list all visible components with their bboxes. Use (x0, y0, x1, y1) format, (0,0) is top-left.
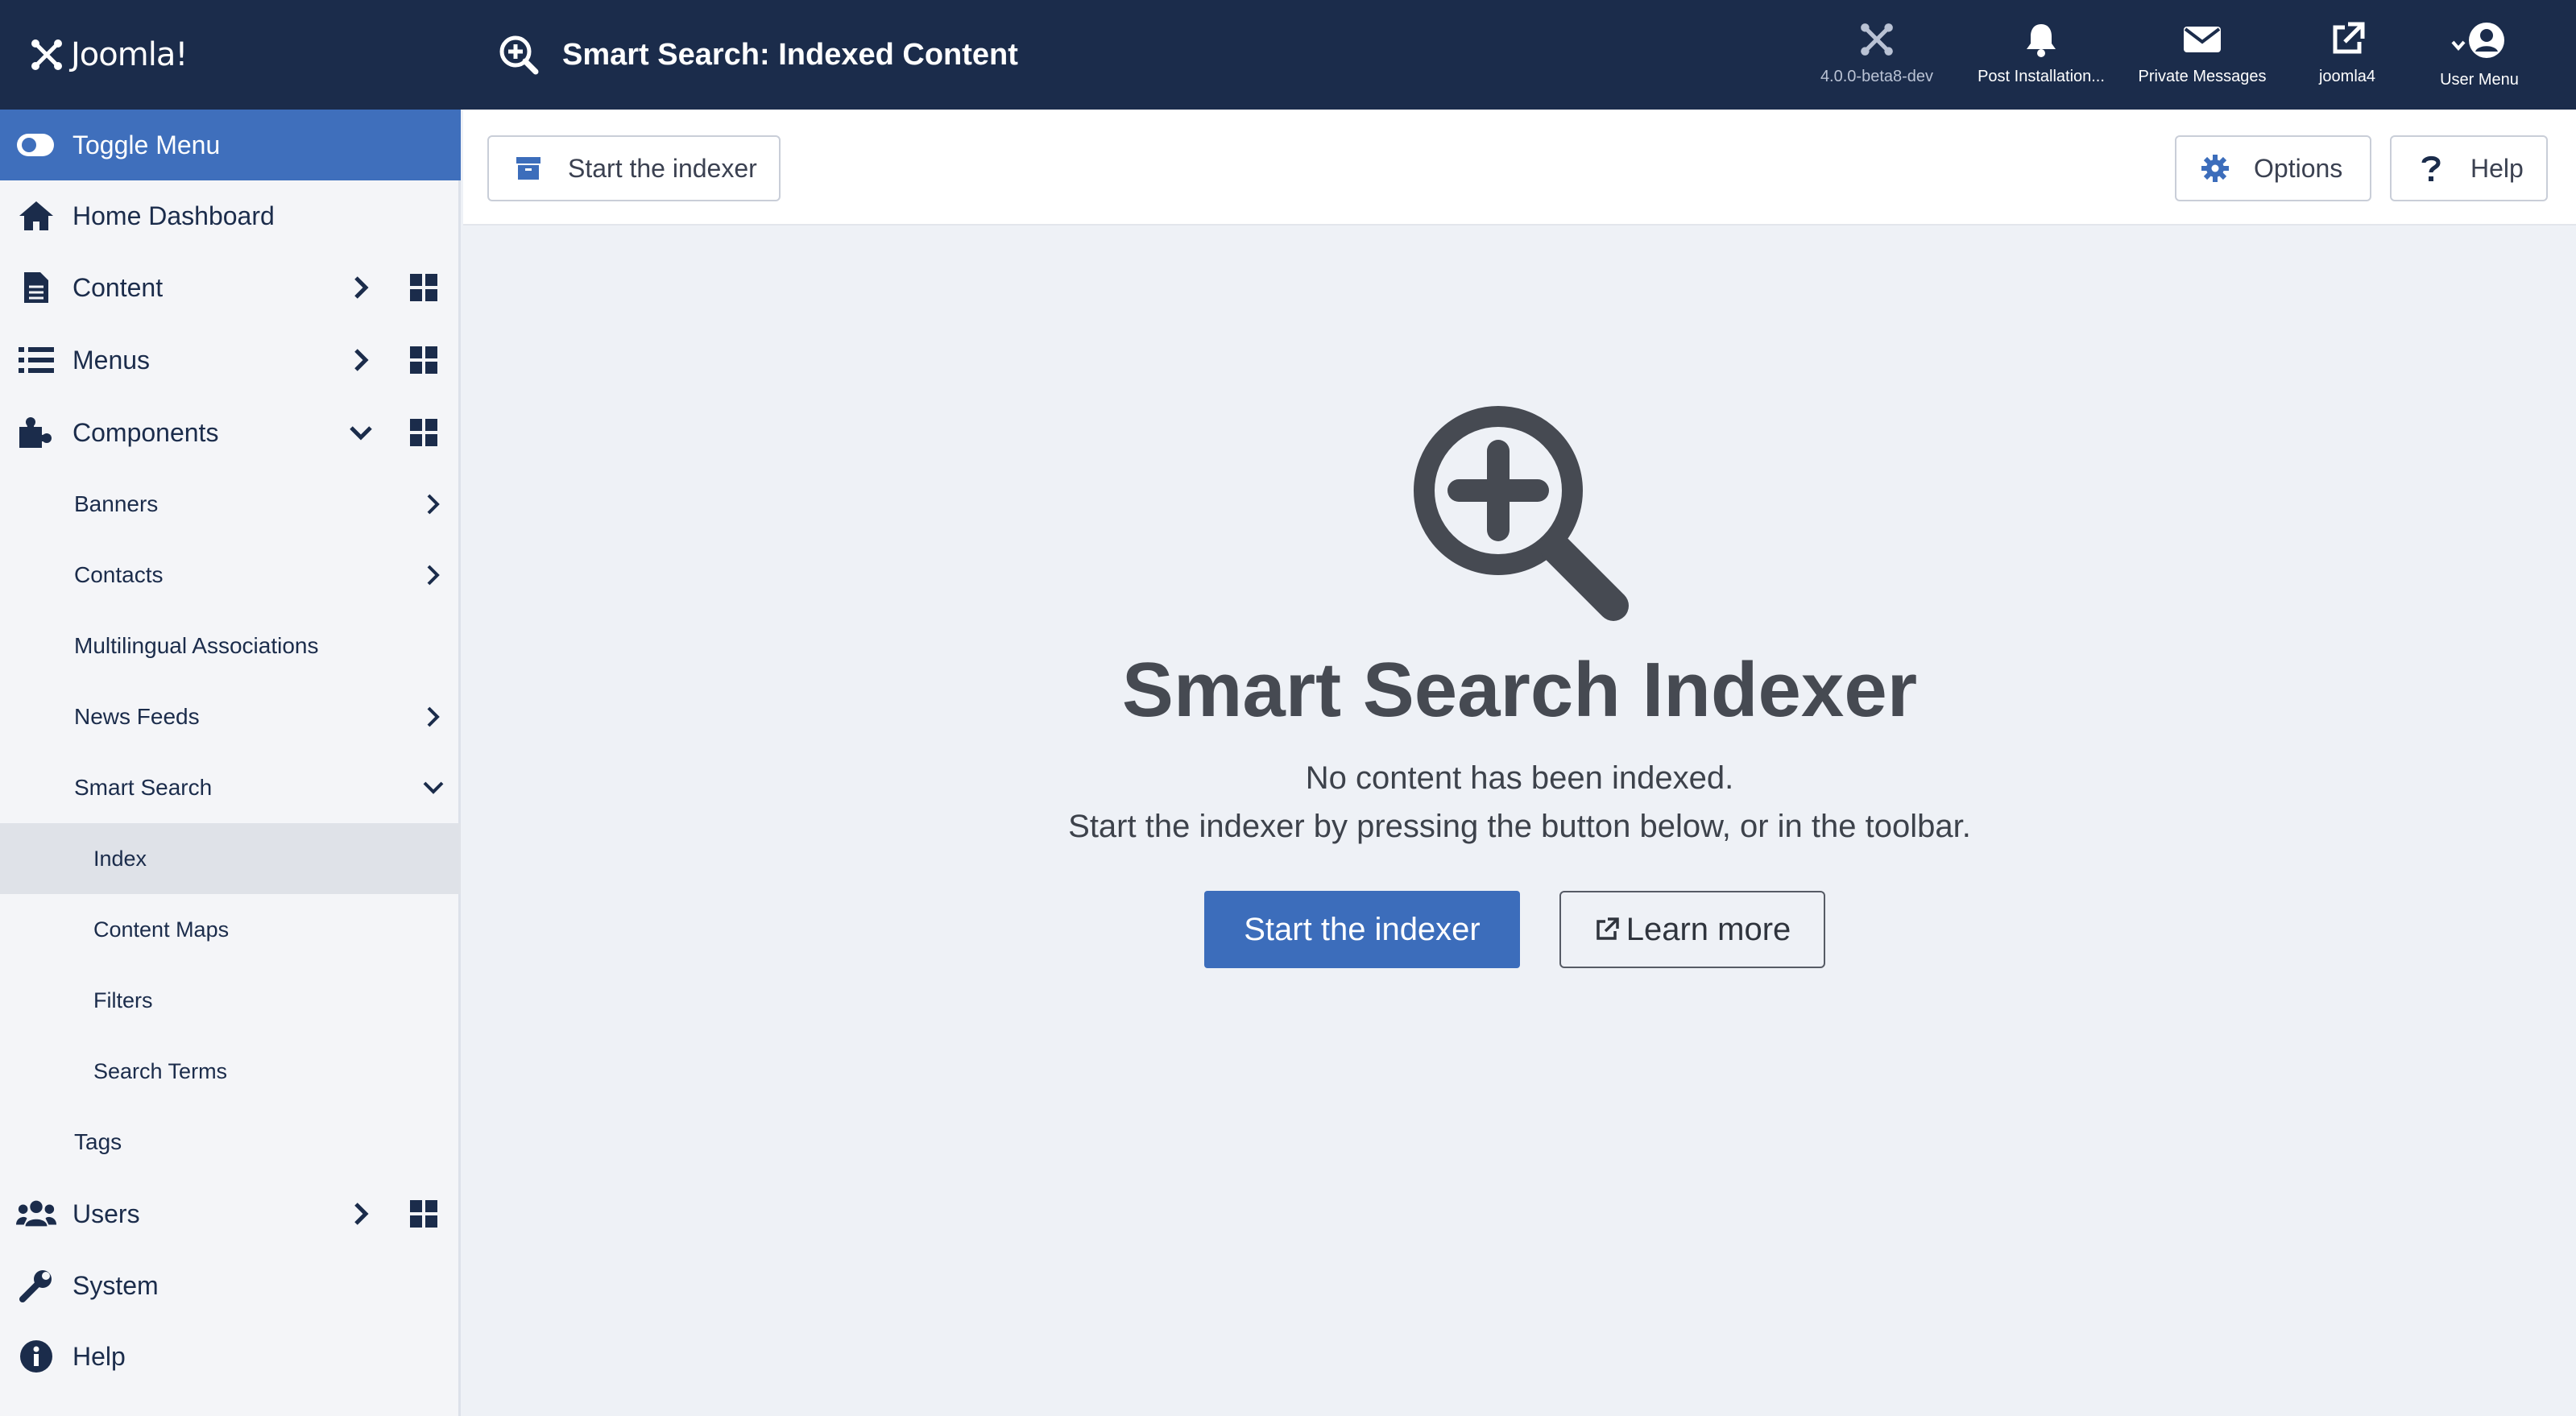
page-title: Smart Search: Indexed Content (562, 37, 1018, 72)
joomla-icon (1861, 23, 1893, 56)
puzzle-icon (16, 412, 56, 453)
post-installation-label: Post Installation... (1978, 68, 2105, 85)
sidebar-item-menus[interactable]: Menus (0, 324, 461, 396)
file-icon (16, 267, 56, 308)
sidebar-item-system[interactable]: System (0, 1250, 461, 1321)
question-icon (2392, 155, 2470, 182)
sidebar-item-label: Help (72, 1341, 126, 1371)
private-messages-label: Private Messages (2138, 68, 2267, 85)
external-link-icon (2333, 22, 2365, 54)
users-icon (16, 1194, 56, 1234)
main-content: Smart Search Indexer No content has been… (463, 227, 2576, 1416)
sidebar-item-contacts[interactable]: Contacts (0, 540, 461, 611)
chevron-right-icon[interactable] (346, 346, 375, 375)
sidebar-item-label: Filters (93, 987, 153, 1012)
dashboard-grid-icon[interactable] (408, 1198, 440, 1230)
toolbar-options-button[interactable]: Options (2175, 135, 2371, 201)
sidebar-item-content[interactable]: Content (0, 251, 461, 324)
gear-icon (2176, 155, 2254, 182)
toggle-switch-icon (17, 134, 54, 156)
search-plus-icon (1414, 406, 1629, 621)
toolbar: Start the indexer Options Help (463, 110, 2576, 226)
page-title-group: Smart Search: Indexed Content (498, 29, 1018, 81)
wrench-icon (16, 1265, 56, 1306)
empty-state-message: No content has been indexed. (1305, 760, 1734, 796)
sidebar-item-index[interactable]: Index (0, 823, 461, 894)
sidebar-item-label: News Feeds (74, 704, 200, 729)
toolbar-start-indexer-label: Start the indexer (568, 153, 757, 183)
archive-icon (489, 156, 568, 180)
sidebar-item-search-terms[interactable]: Search Terms (0, 1036, 461, 1107)
sidebar-item-label: Home Dashboard (72, 201, 275, 230)
toggle-menu-button[interactable]: Toggle Menu (0, 110, 461, 180)
sidebar-item-filters[interactable]: Filters (0, 965, 461, 1036)
learn-more-label: Learn more (1626, 911, 1791, 947)
envelope-icon (2184, 27, 2221, 52)
dashboard-grid-icon[interactable] (408, 344, 440, 376)
dashboard-grid-icon[interactable] (408, 271, 440, 304)
chevron-down-icon[interactable] (346, 418, 375, 447)
sidebar-item-label: Content (72, 272, 164, 302)
sidebar-item-label: Content Maps (93, 917, 230, 942)
sidebar-item-content-maps[interactable]: Content Maps (0, 894, 461, 965)
chevron-down-icon[interactable] (419, 773, 448, 802)
empty-state-title: Smart Search Indexer (1121, 647, 1918, 733)
start-indexer-button[interactable]: Start the indexer (1204, 891, 1520, 968)
sidebar-item-label: Components (72, 417, 219, 447)
chevron-right-icon[interactable] (419, 561, 448, 590)
sidebar-item-help[interactable]: Help (0, 1321, 461, 1392)
empty-state-instruction: Start the indexer by pressing the button… (1068, 809, 1971, 844)
sidebar-item-label: Index (93, 846, 147, 871)
external-link-icon (1596, 917, 1619, 940)
sidebar-item-banners[interactable]: Banners (0, 469, 461, 540)
sidebar-item-users[interactable]: Users (0, 1178, 461, 1250)
sidebar-item-tags[interactable]: Tags (0, 1107, 461, 1178)
home-icon (16, 196, 56, 236)
site-name-label: joomla4 (2318, 68, 2376, 85)
sidebar-item-components[interactable]: Components (0, 396, 461, 469)
toolbar-help-button[interactable]: Help (2390, 135, 2548, 201)
brand-name: Joomla! (71, 36, 188, 73)
sidebar-item-multilingual-associations[interactable]: Multilingual Associations (0, 611, 461, 681)
top-header: Joomla! Smart Search: Indexed Content 4.… (0, 0, 2576, 110)
header-item-version[interactable]: 4.0.0-beta8-dev (1795, 21, 1959, 98)
sidebar-item-label: System (72, 1270, 159, 1300)
header-menu: 4.0.0-beta8-dev Post Installation... Pri… (1795, 21, 2545, 98)
header-item-user-menu[interactable]: User Menu (2413, 21, 2545, 98)
toggle-menu-label: Toggle Menu (72, 130, 221, 159)
chevron-right-icon[interactable] (419, 702, 448, 731)
bell-icon (2027, 24, 2056, 57)
info-icon (16, 1336, 56, 1377)
user-circle-icon (2451, 23, 2504, 58)
toolbar-options-label: Options (2254, 153, 2343, 183)
sidebar-item-label: Contacts (74, 562, 164, 587)
dashboard-grid-icon[interactable] (408, 416, 440, 449)
sidebar-item-label: Banners (74, 491, 159, 516)
chevron-right-icon[interactable] (346, 273, 375, 302)
sidebar-item-label: Multilingual Associations (74, 633, 319, 658)
sidebar-item-label: Menus (72, 345, 151, 375)
header-item-post-installation[interactable]: Post Installation... (1959, 21, 2123, 98)
sidebar-item-label: Smart Search (74, 775, 213, 800)
header-item-site-link[interactable]: joomla4 (2281, 21, 2413, 98)
sidebar-item-smart-search[interactable]: Smart Search (0, 752, 461, 823)
chevron-right-icon[interactable] (419, 490, 448, 519)
search-plus-icon (499, 35, 539, 75)
list-icon (16, 340, 56, 380)
sidebar-item-label: Users (72, 1199, 140, 1228)
header-item-private-messages[interactable]: Private Messages (2123, 21, 2281, 98)
sidebar-item-label: Tags (74, 1129, 122, 1154)
version-label: 4.0.0-beta8-dev (1820, 68, 1934, 85)
chevron-right-icon[interactable] (346, 1199, 375, 1228)
toolbar-start-indexer-button[interactable]: Start the indexer (487, 135, 781, 201)
toolbar-help-label: Help (2470, 153, 2524, 183)
sidebar: Toggle Menu Home Dashboard Content Menus (0, 110, 461, 1416)
sidebar-item-home-dashboard[interactable]: Home Dashboard (0, 180, 461, 251)
joomla-logo-icon (31, 39, 62, 70)
joomla-logo[interactable]: Joomla! (29, 29, 188, 81)
learn-more-button[interactable]: Learn more (1559, 891, 1825, 968)
user-menu-label: User Menu (2440, 71, 2519, 89)
sidebar-item-label: Search Terms (93, 1058, 228, 1083)
sidebar-item-news-feeds[interactable]: News Feeds (0, 681, 461, 752)
